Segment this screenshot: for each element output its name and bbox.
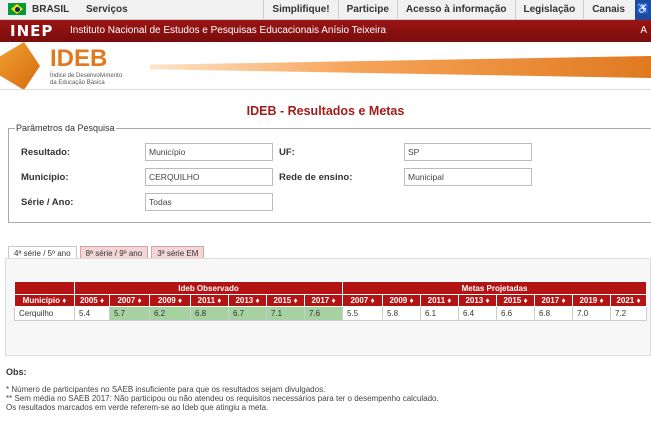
rede-label: Rede de ensino: <box>279 172 353 183</box>
uf-field[interactable]: SP <box>404 143 532 161</box>
banner-stripe <box>150 56 651 78</box>
col-meta-2007[interactable]: 2007 ♦ <box>342 294 383 307</box>
col-obs-2011[interactable]: 2011 ♦ <box>190 294 229 307</box>
menu-legislacao[interactable]: Legislação <box>514 0 584 20</box>
table-row: Cerquilho 5.4 5.7 6.2 6.8 6.7 7.1 7.6 5.… <box>14 306 647 321</box>
col-obs-2017[interactable]: 2017 ♦ <box>304 294 343 307</box>
brasil-label: BRASIL <box>32 3 70 15</box>
serie-label: Série / Ano: <box>21 197 74 208</box>
ideb-subtitle-line2: da Educação Básica <box>50 80 105 86</box>
parameters-legend: Parâmetros da Pesquisa <box>15 123 116 133</box>
col-obs-2007[interactable]: 2007 ♦ <box>109 294 150 307</box>
note-line: Os resultados marcados em verde referem-… <box>6 403 269 412</box>
col-meta-2013[interactable]: 2013 ♦ <box>458 294 497 307</box>
ideb-subtitle-line1: Índice de Desenvolvimento <box>50 73 123 79</box>
banner-arrow-icon <box>0 42 40 89</box>
servicos-link[interactable]: Serviços <box>86 4 128 15</box>
col-meta-2015[interactable]: 2015 ♦ <box>496 294 535 307</box>
resultado-label: Resultado: <box>21 147 71 158</box>
rede-field[interactable]: Municipal <box>404 168 532 186</box>
cell-obs: 5.7 <box>109 306 150 321</box>
col-meta-2017[interactable]: 2017 ♦ <box>534 294 573 307</box>
results-table: Ideb Observado Metas Projetadas Municípi… <box>14 281 647 321</box>
note-line: ** Sem média no SAEB 2017: Não participo… <box>6 394 439 403</box>
menu-participe[interactable]: Participe <box>337 0 397 20</box>
cell-obs: 7.1 <box>266 306 305 321</box>
accessibility-icon[interactable]: ♿ <box>635 0 651 20</box>
search-parameters: Parâmetros da Pesquisa Resultado: Municí… <box>8 123 651 223</box>
col-meta-2019[interactable]: 2019 ♦ <box>572 294 611 307</box>
cell-obs: 5.4 <box>74 306 110 321</box>
serie-field[interactable]: Todas <box>145 193 273 211</box>
municipio-field[interactable]: CERQUILHO <box>145 168 273 186</box>
ideb-logo-title: IDEB <box>50 45 108 72</box>
gov-bar: BRASIL Serviços Simplifique! Participe A… <box>0 0 651 20</box>
cell-obs: 6.2 <box>149 306 191 321</box>
brazil-flag-icon <box>8 3 26 15</box>
col-obs-2005[interactable]: 2005 ♦ <box>74 294 110 307</box>
cell-meta: 6.8 <box>534 306 573 321</box>
cell-meta: 5.5 <box>342 306 383 321</box>
cell-meta: 7.0 <box>572 306 611 321</box>
inep-logo[interactable]: INEP <box>10 23 53 39</box>
cell-meta: 6.4 <box>458 306 497 321</box>
cell-meta: 5.8 <box>382 306 421 321</box>
cell-municipio: Cerquilho <box>14 306 75 321</box>
institute-name: Instituto Nacional de Estudos e Pesquisa… <box>70 25 387 36</box>
page-title: IDEB - Resultados e Metas <box>246 104 405 118</box>
col-obs-2009[interactable]: 2009 ♦ <box>149 294 191 307</box>
col-meta-2011[interactable]: 2011 ♦ <box>420 294 459 307</box>
metas-projetadas-header: Metas Projetadas <box>342 281 647 295</box>
cell-meta: 6.1 <box>420 306 459 321</box>
cell-meta: 6.6 <box>496 306 535 321</box>
resultado-field[interactable]: Município <box>145 143 273 161</box>
col-obs-2015[interactable]: 2015 ♦ <box>266 294 305 307</box>
gov-menu: Simplifique! Participe Acesso à informaç… <box>263 0 633 20</box>
cell-obs: 7.6 <box>304 306 343 321</box>
obs-notes: * Número de participantes no SAEB insufi… <box>6 385 439 412</box>
font-size-toggle[interactable]: A <box>640 25 647 36</box>
blank-header <box>14 281 75 295</box>
menu-canais[interactable]: Canais <box>583 0 633 20</box>
col-meta-2021[interactable]: 2021 ♦ <box>610 294 647 307</box>
col-obs-2013[interactable]: 2013 ♦ <box>228 294 267 307</box>
ideb-logo-subtitle: Índice de Desenvolvimento da Educação Bá… <box>50 73 122 87</box>
cell-meta: 7.2 <box>610 306 647 321</box>
ideb-banner: IDEB Índice de Desenvolvimento da Educaç… <box>0 42 651 90</box>
obs-title: Obs: <box>6 367 27 377</box>
uf-label: UF: <box>279 147 295 158</box>
inep-header: INEP Instituto Nacional de Estudos e Pes… <box>0 20 651 42</box>
menu-simplifique[interactable]: Simplifique! <box>263 0 337 20</box>
municipio-label: Município: <box>21 172 69 183</box>
note-line: * Número de participantes no SAEB insufi… <box>6 385 326 394</box>
brasil-link[interactable]: BRASIL <box>8 3 69 15</box>
ideb-observado-header: Ideb Observado <box>74 281 343 295</box>
cell-obs: 6.7 <box>228 306 267 321</box>
col-meta-2009[interactable]: 2009 ♦ <box>382 294 421 307</box>
menu-acesso-informacao[interactable]: Acesso à informação <box>396 0 515 20</box>
cell-obs: 6.8 <box>190 306 229 321</box>
col-municipio[interactable]: Município ♦ <box>14 294 75 307</box>
